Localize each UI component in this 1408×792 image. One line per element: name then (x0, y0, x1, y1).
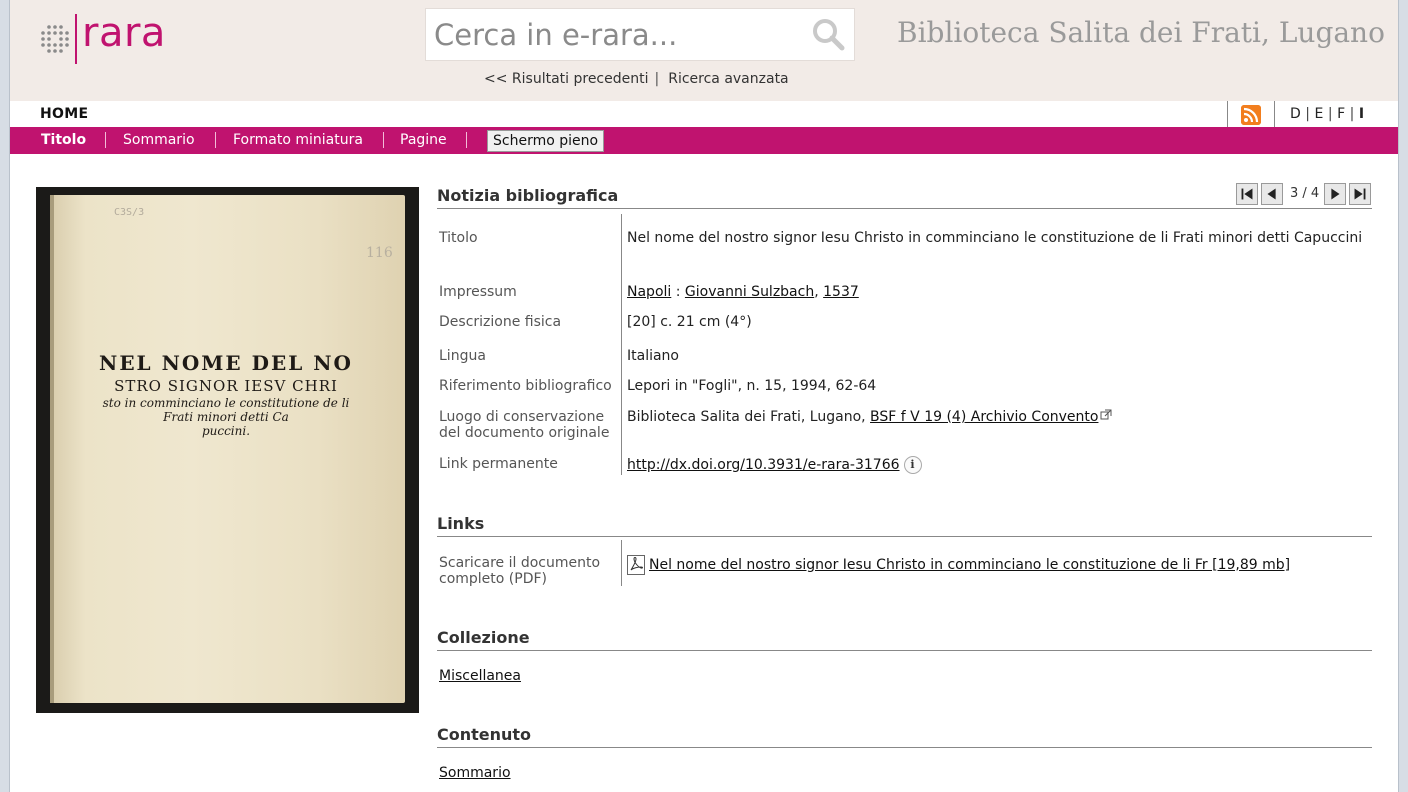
lang-fr[interactable]: F (1337, 106, 1346, 122)
label-impressum: Impressum (439, 284, 517, 300)
view-tab-bar: Titolo Sommario Formato miniatura Pagine… (10, 127, 1398, 154)
collection-link[interactable]: Miscellanea (439, 668, 619, 684)
value-download-pdf: Nel nome del nostro signor Iesu Christo … (627, 555, 1367, 575)
rss-container (1227, 101, 1275, 127)
first-record-icon[interactable] (1236, 183, 1258, 205)
contents-link[interactable]: Sommario (439, 765, 619, 781)
book-line-3: sto in comminciano le constitutione de l… (102, 396, 350, 410)
search-input[interactable] (432, 13, 806, 57)
library-title: Biblioteca Salita dei Frati, Lugano (897, 16, 1385, 49)
label-descrizione: Descrizione fisica (439, 314, 562, 330)
language-switcher: D | E | F | I (1290, 106, 1365, 122)
external-link-icon (1100, 409, 1112, 420)
section-heading-contenuto: Contenuto (437, 725, 1372, 748)
tab-titolo[interactable]: Titolo (41, 132, 86, 148)
search-box (425, 8, 855, 61)
links-divider (621, 540, 622, 586)
erara-logo[interactable]: rara (40, 10, 180, 66)
book-cover-image[interactable]: C3S/3 116 NEL NOME DEL NO STRO SIGNOR IE… (36, 187, 419, 713)
metadata-divider (621, 214, 622, 475)
book-page (50, 195, 405, 703)
value-descrizione: [20] c. 21 cm (4°) (627, 314, 752, 330)
window-frame-left (0, 0, 10, 792)
label-titolo: Titolo (439, 230, 478, 246)
section-heading-links: Links (437, 514, 1372, 537)
pdf-file-icon (627, 555, 645, 575)
download-pdf-link[interactable]: Nel nome del nostro signor Iesu Christo … (649, 557, 1290, 573)
previous-record-icon[interactable] (1261, 183, 1283, 205)
book-spine-edge (50, 195, 54, 703)
link-separator: | (654, 71, 660, 87)
window-frame-right (1398, 0, 1408, 792)
label-lingua: Lingua (439, 348, 486, 364)
logo-dots-icon (41, 25, 69, 53)
info-icon[interactable]: i (903, 456, 922, 474)
header-sub-links: << Risultati precedenti | Ricerca avanzata (484, 71, 789, 87)
label-riferimento: Riferimento bibliografico (439, 378, 612, 394)
tab-formato-miniatura[interactable]: Formato miniatura (233, 132, 363, 148)
book-title-print: NEL NOME DEL NO STRO SIGNOR IESV CHRI st… (76, 351, 376, 438)
book-line-2: STRO SIGNOR IESV CHRI (114, 377, 338, 395)
home-link[interactable]: HOME (40, 106, 88, 122)
book-line-1: NEL NOME DEL NO (99, 351, 353, 375)
tab-pagine[interactable]: Pagine (400, 132, 447, 148)
previous-results-link[interactable]: << Risultati precedenti (484, 71, 649, 87)
book-line-5: puccini. (201, 424, 251, 438)
value-link-permanente: http://dx.doi.org/10.3931/e-rara-31766 i (627, 456, 1367, 474)
value-lingua: Italiano (627, 348, 679, 364)
book-corner-mark: 116 (366, 245, 393, 261)
logo-divider (75, 14, 77, 64)
lang-en[interactable]: E (1315, 106, 1324, 122)
section-heading-collezione: Collezione (437, 628, 1372, 651)
impressum-year-link[interactable]: 1537 (823, 284, 859, 300)
advanced-search-link[interactable]: Ricerca avanzata (668, 71, 788, 87)
site-header: rara Biblioteca Salita dei Frati, Lugano… (10, 0, 1398, 101)
book-line-4: Frati minori detti Ca (163, 410, 289, 424)
book-shelf-mark: C3S/3 (114, 207, 145, 218)
impressum-printer-link[interactable]: Giovanni Sulzbach (685, 284, 814, 300)
section-heading-notizia: Notizia bibliografica (437, 186, 1372, 209)
value-titolo: Nel nome del nostro signor Iesu Christo … (627, 230, 1363, 246)
fullscreen-button[interactable]: Schermo pieno (487, 130, 605, 152)
permanent-link[interactable]: http://dx.doi.org/10.3931/e-rara-31766 (627, 457, 900, 473)
value-impressum: Napoli : Giovanni Sulzbach, 1537 (627, 284, 859, 300)
lang-de[interactable]: D (1290, 106, 1301, 122)
lang-it[interactable]: I (1359, 106, 1365, 122)
last-record-icon[interactable] (1349, 183, 1371, 205)
home-row: HOME D | E | F | I (10, 101, 1398, 127)
value-luogo: Biblioteca Salita dei Frati, Lugano, BSF… (627, 409, 1367, 425)
label-download-pdf: Scaricare il documento completo (PDF) (439, 555, 601, 587)
next-record-icon[interactable] (1324, 183, 1346, 205)
tab-sommario[interactable]: Sommario (123, 132, 195, 148)
record-counter: 3 / 4 (1290, 186, 1320, 201)
logo-text: rara (82, 10, 166, 56)
value-riferimento: Lepori in "Fogli", n. 15, 1994, 62-64 (627, 378, 877, 394)
rss-feed-icon[interactable] (1241, 105, 1261, 125)
impressum-place-link[interactable]: Napoli (627, 284, 671, 300)
label-link-permanente: Link permanente (439, 456, 558, 472)
shelfmark-link[interactable]: BSF f V 19 (4) Archivio Convento (870, 409, 1098, 425)
search-icon[interactable] (810, 16, 846, 52)
label-luogo: Luogo di conservazione del documento ori… (439, 409, 610, 441)
